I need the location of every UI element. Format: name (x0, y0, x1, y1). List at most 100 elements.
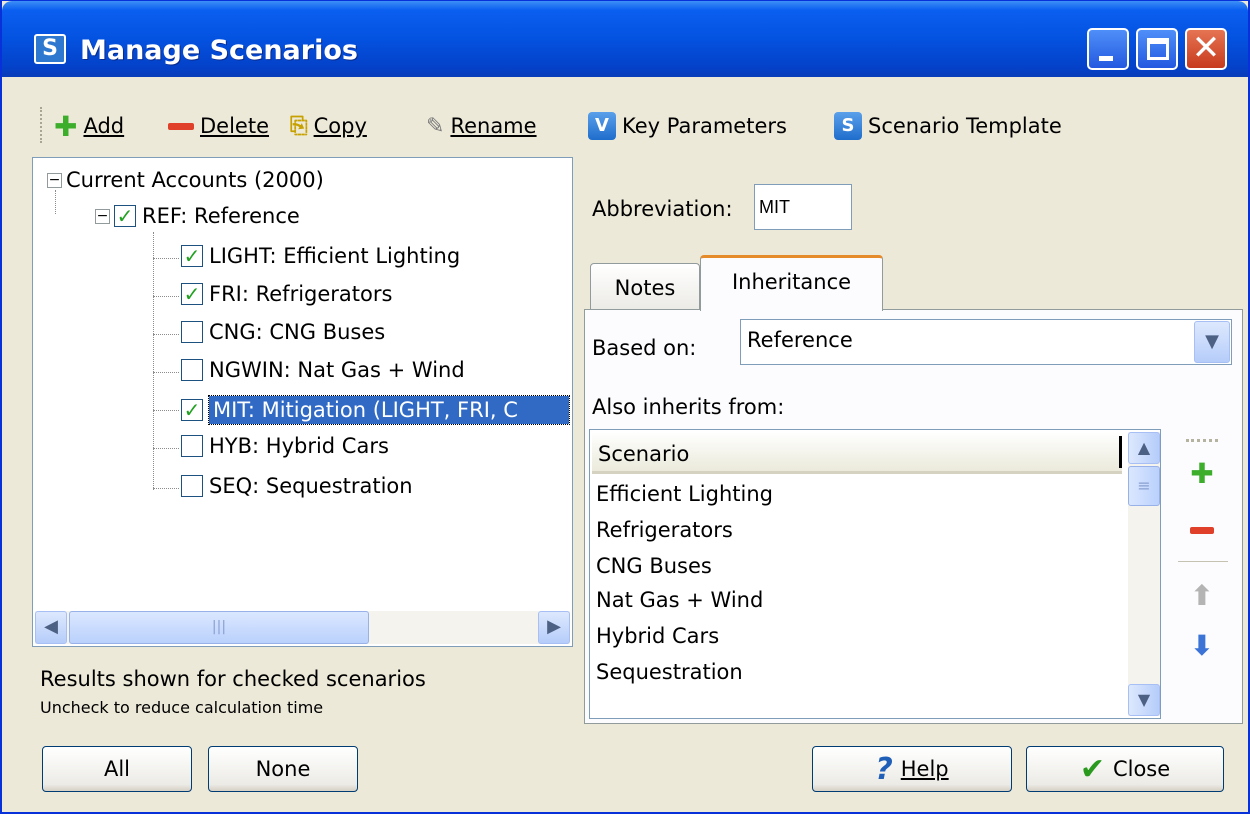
tree-connector (153, 232, 154, 490)
tree-node-seq[interactable]: SEQ: Sequestration (181, 474, 413, 498)
maximize-button[interactable] (1136, 28, 1178, 70)
scenario-template-button[interactable]: S Scenario Template (834, 109, 1062, 143)
tree-node-ngwin[interactable]: NGWIN: Nat Gas + Wind (181, 358, 465, 382)
add-button[interactable]: ✚ Add (54, 109, 124, 143)
tree-root-label: Current Accounts (2000) (66, 168, 324, 192)
cng-checkbox[interactable] (181, 321, 203, 343)
ngwin-checkbox[interactable] (181, 359, 203, 381)
delete-button[interactable]: Delete (168, 109, 269, 143)
manage-scenarios-window: S Manage Scenarios ✕ ✚ Add Delete ⎘ Copy… (0, 0, 1250, 814)
seq-checkbox[interactable] (181, 475, 203, 497)
help-button[interactable]: ? Help (812, 746, 1012, 792)
tree-horizontal-scrollbar[interactable]: ◀ ||| ▶ (35, 611, 570, 644)
based-on-label: Based on: (592, 336, 697, 360)
tree-node-label: LIGHT: Efficient Lighting (209, 244, 461, 268)
grid-row[interactable]: CNG Buses (596, 554, 712, 578)
delete-label: Delete (200, 114, 269, 138)
arrow-up-icon[interactable]: ⬆ (1184, 579, 1220, 612)
based-on-value: Reference (747, 328, 853, 352)
copy-icon: ⎘ (290, 113, 308, 139)
collapse-icon[interactable]: − (47, 172, 62, 188)
scroll-up-button[interactable]: ▲ (1128, 432, 1160, 464)
grid-row[interactable]: Refrigerators (596, 518, 733, 542)
checkmark-icon: ✔ (1079, 751, 1105, 787)
tree-connector (153, 410, 179, 411)
grid-vertical-scrollbar[interactable]: ▲ ≡ ▼ (1128, 432, 1160, 716)
add-label: Add (83, 114, 125, 138)
none-button[interactable]: None (208, 746, 358, 792)
light-checkbox[interactable]: ✓ (181, 245, 203, 267)
tree-root[interactable]: − Current Accounts (2000) (47, 168, 324, 192)
question-icon: ? (875, 751, 893, 787)
inherits-grid[interactable]: Scenario Efficient Lighting Refrigerator… (589, 429, 1161, 719)
tree-node-ref[interactable]: − ✓ REF: Reference (95, 204, 300, 228)
arrow-down-icon[interactable]: ⬇ (1184, 629, 1220, 662)
grid-row[interactable]: Hybrid Cars (596, 624, 719, 648)
grid-row[interactable]: Nat Gas + Wind (596, 588, 763, 612)
toolbar-grip[interactable] (40, 107, 46, 143)
tree-node-fri[interactable]: ✓ FRI: Refrigerators (181, 282, 392, 306)
tree-node-label: REF: Reference (142, 204, 300, 228)
based-on-select[interactable]: Reference ▼ (740, 319, 1232, 365)
tree-node-label: SEQ: Sequestration (209, 474, 413, 498)
grid-row[interactable]: Efficient Lighting (596, 482, 773, 506)
plus-icon: ✚ (54, 109, 78, 143)
abbreviation-input[interactable] (754, 184, 852, 230)
tree-node-label: CNG: CNG Buses (209, 320, 386, 344)
side-toolbar-grip (1186, 439, 1218, 442)
add-inherit-plus-icon[interactable]: ✚ (1184, 457, 1220, 490)
tree-connector (153, 488, 179, 489)
status-line-1: Results shown for checked scenarios (40, 667, 426, 691)
tree-node-cng[interactable]: CNG: CNG Buses (181, 320, 385, 344)
column-resize-handle[interactable] (1119, 436, 1122, 468)
key-parameters-icon: V (588, 112, 616, 140)
side-toolbar-divider (1178, 561, 1228, 562)
tree-connector (153, 296, 179, 297)
window-title: Manage Scenarios (80, 35, 358, 66)
close-icon: ✕ (1191, 28, 1221, 68)
tab-inheritance[interactable]: Inheritance (700, 255, 883, 311)
app-icon: S (34, 34, 66, 64)
tree-node-mit[interactable]: ✓ MIT: Mitigation (LIGHT, FRI, C (181, 395, 570, 425)
close-window-button[interactable]: ✕ (1185, 28, 1227, 70)
tree-node-label: NGWIN: Nat Gas + Wind (209, 358, 465, 382)
tree-node-light[interactable]: ✓ LIGHT: Efficient Lighting (181, 244, 460, 268)
scroll-right-button[interactable]: ▶ (538, 611, 570, 644)
scenario-tree[interactable]: − Current Accounts (2000) − ✓ REF: Refer… (32, 157, 573, 647)
fri-checkbox[interactable]: ✓ (181, 283, 203, 305)
collapse-icon[interactable]: − (95, 208, 110, 224)
chevron-down-icon[interactable]: ▼ (1194, 321, 1230, 363)
rename-label: Rename (450, 114, 537, 138)
toolbar: ✚ Add Delete ⎘ Copy ✎ Rename V Key Param… (32, 105, 1232, 145)
scroll-left-button[interactable]: ◀ (35, 611, 67, 644)
hyb-checkbox[interactable] (181, 435, 203, 457)
copy-label: Copy (313, 114, 367, 138)
copy-button[interactable]: ⎘ Copy (290, 109, 367, 143)
abbreviation-label: Abbreviation: (592, 197, 733, 221)
ref-checkbox[interactable]: ✓ (114, 205, 136, 227)
key-parameters-button[interactable]: V Key Parameters (588, 109, 787, 143)
grid-row[interactable]: Sequestration (596, 660, 743, 684)
title-bar[interactable]: S Manage Scenarios ✕ (2, 1, 1248, 77)
minimize-button[interactable] (1087, 28, 1129, 70)
column-header-label: Scenario (598, 442, 690, 466)
column-header-scenario[interactable]: Scenario (592, 432, 1122, 474)
tree-node-hyb[interactable]: HYB: Hybrid Cars (181, 434, 389, 458)
mit-checkbox[interactable]: ✓ (181, 399, 203, 421)
also-inherits-label: Also inherits from: (592, 395, 785, 419)
tree-connector (55, 190, 56, 214)
scroll-thumb[interactable]: ≡ (1128, 466, 1160, 506)
scroll-thumb[interactable]: ||| (69, 611, 369, 644)
all-button[interactable]: All (42, 746, 192, 792)
scroll-down-button[interactable]: ▼ (1128, 684, 1160, 716)
status-line-2: Uncheck to reduce calculation time (40, 698, 324, 717)
tree-connector (153, 334, 179, 335)
tab-notes[interactable]: Notes (590, 263, 700, 309)
remove-inherit-minus-icon[interactable] (1184, 517, 1220, 534)
rename-button[interactable]: ✎ Rename (426, 109, 537, 143)
close-button[interactable]: ✔ Close (1026, 746, 1224, 792)
tree-node-label: HYB: Hybrid Cars (209, 434, 389, 458)
help-label: Help (900, 757, 949, 781)
minus-icon (168, 122, 194, 130)
tree-connector (153, 448, 179, 449)
